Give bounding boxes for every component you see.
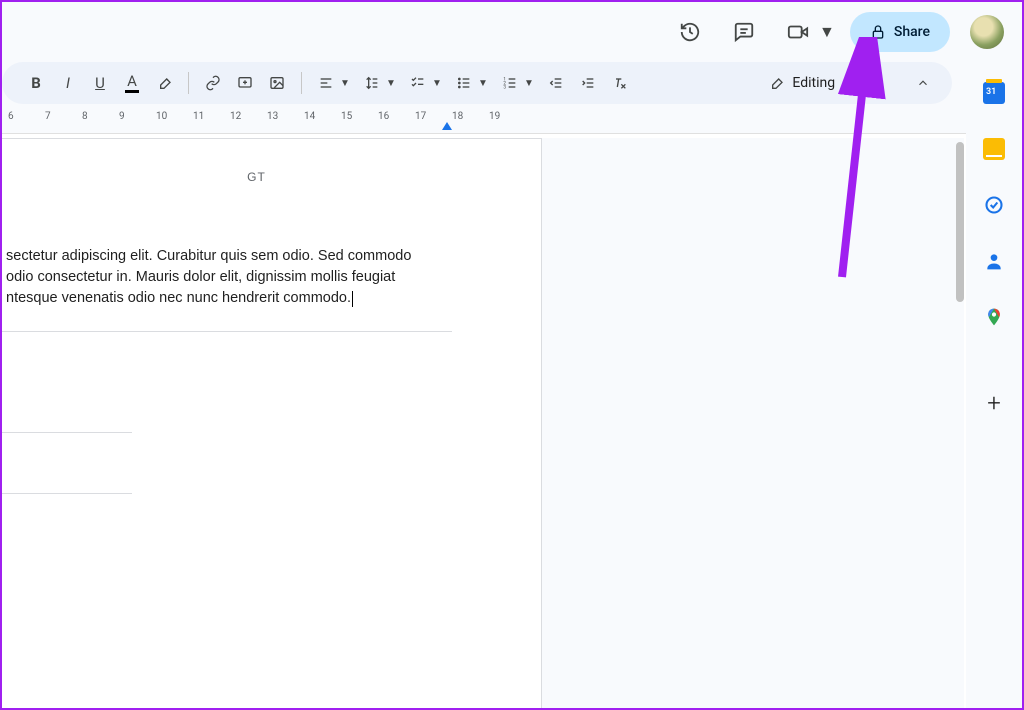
- right-margin-marker[interactable]: [442, 122, 452, 130]
- ruler-mark: 15: [341, 111, 352, 122]
- numbered-list-icon: 123: [496, 69, 524, 97]
- document-canvas: GT sectetur adipiscing elit. Curabitur q…: [2, 138, 964, 708]
- formatting-toolbar: B I U A ▼ ▼: [2, 62, 952, 104]
- toolbar-container: B I U A ▼ ▼: [2, 62, 1022, 110]
- align-dropdown[interactable]: ▼: [312, 69, 354, 97]
- keep-icon[interactable]: [983, 138, 1005, 160]
- page-header-text: GT: [2, 169, 511, 186]
- caret-down-icon: ▼: [478, 78, 492, 89]
- lock-icon: [870, 24, 886, 40]
- ruler-mark: 9: [119, 111, 125, 122]
- highlight-button[interactable]: [150, 69, 178, 97]
- ruler-mark: 13: [267, 111, 278, 122]
- ruler-mark: 11: [193, 111, 204, 122]
- clear-formatting-button[interactable]: [606, 69, 634, 97]
- insert-image-button[interactable]: [263, 69, 291, 97]
- caret-down-icon: ▼: [849, 78, 859, 89]
- pencil-icon: [768, 75, 784, 91]
- ruler-mark: 6: [8, 111, 14, 122]
- add-addon-icon[interactable]: +: [983, 392, 1005, 414]
- caret-down-icon: ▼: [386, 78, 400, 89]
- text-color-button[interactable]: A: [118, 69, 146, 97]
- bold-button[interactable]: B: [22, 69, 50, 97]
- share-label: Share: [894, 24, 930, 40]
- ruler-mark: 8: [82, 111, 88, 122]
- history-icon[interactable]: [670, 12, 710, 52]
- caret-down-icon: ▼: [818, 22, 836, 42]
- add-comment-button[interactable]: [231, 69, 259, 97]
- maps-icon[interactable]: [983, 306, 1005, 328]
- share-button[interactable]: Share: [850, 12, 950, 52]
- separator: [301, 72, 302, 94]
- body-line: odio consectetur in. Mauris dolor elit, …: [6, 267, 511, 288]
- align-icon: [312, 69, 340, 97]
- document-page[interactable]: GT sectetur adipiscing elit. Curabitur q…: [2, 138, 542, 708]
- line-spacing-dropdown[interactable]: ▼: [358, 69, 400, 97]
- vertical-scrollbar-thumb[interactable]: [956, 142, 964, 302]
- underline-button[interactable]: U: [86, 69, 114, 97]
- ruler-mark: 14: [304, 111, 315, 122]
- separator: [188, 72, 189, 94]
- increase-indent-button[interactable]: [574, 69, 602, 97]
- ruler-mark: 12: [230, 111, 241, 122]
- insert-link-button[interactable]: [199, 69, 227, 97]
- ruler-mark: 16: [378, 111, 389, 122]
- horizontal-divider: [2, 493, 132, 494]
- video-icon: [778, 12, 818, 52]
- caret-down-icon: ▼: [432, 78, 446, 89]
- svg-text:3: 3: [503, 84, 506, 90]
- checklist-dropdown[interactable]: ▼: [404, 69, 446, 97]
- ruler-mark: 10: [156, 111, 167, 122]
- caret-down-icon: ▼: [340, 78, 354, 89]
- text-cursor: [352, 291, 353, 307]
- comments-icon[interactable]: [724, 12, 764, 52]
- checklist-icon: [404, 69, 432, 97]
- collapse-toolbar-button[interactable]: [908, 68, 938, 98]
- caret-down-icon: ▼: [524, 78, 538, 89]
- separator: [879, 72, 880, 94]
- editing-mode-label: Editing: [792, 75, 835, 91]
- account-avatar[interactable]: [970, 15, 1004, 49]
- bulleted-list-icon: [450, 69, 478, 97]
- horizontal-divider: [2, 432, 132, 433]
- body-line: ntesque venenatis odio nec nunc hendreri…: [6, 288, 511, 309]
- numbered-list-dropdown[interactable]: 123 ▼: [496, 69, 538, 97]
- ruler-mark: 18: [452, 111, 463, 122]
- contacts-icon[interactable]: [983, 250, 1005, 272]
- italic-button[interactable]: I: [54, 69, 82, 97]
- ruler-mark: 7: [45, 111, 51, 122]
- calendar-icon[interactable]: [983, 82, 1005, 104]
- horizontal-divider: [2, 331, 452, 332]
- editing-mode-dropdown[interactable]: Editing ▼: [758, 71, 869, 95]
- ruler-mark: 19: [489, 111, 500, 122]
- meet-dropdown[interactable]: ▼: [778, 12, 836, 52]
- line-spacing-icon: [358, 69, 386, 97]
- bulleted-list-dropdown[interactable]: ▼: [450, 69, 492, 97]
- body-line: sectetur adipiscing elit. Curabitur quis…: [6, 246, 511, 267]
- decrease-indent-button[interactable]: [542, 69, 570, 97]
- tasks-icon[interactable]: [983, 194, 1005, 216]
- side-panel: +: [966, 64, 1022, 708]
- header-bar: ▼ Share: [2, 2, 1022, 62]
- ruler-mark: 17: [415, 111, 426, 122]
- horizontal-ruler[interactable]: 6 7 8 9 10 11 12 13 14 15 16 17 18 19: [2, 110, 1022, 134]
